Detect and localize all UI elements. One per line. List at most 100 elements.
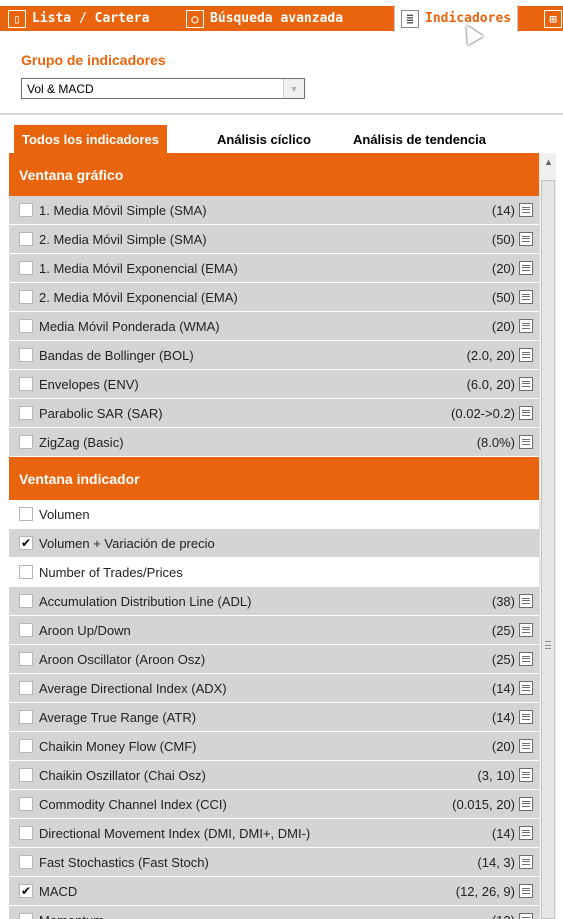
settings-list-icon[interactable]	[519, 348, 533, 362]
indicator-params: (3, 10)	[477, 767, 515, 783]
checkbox[interactable]	[19, 377, 33, 391]
indicator-row[interactable]: Parabolic SAR (SAR) (0.02->0.2)	[9, 399, 539, 428]
checkbox[interactable]	[19, 913, 33, 919]
settings-list-icon[interactable]	[519, 739, 533, 753]
checkbox[interactable]	[19, 290, 33, 304]
settings-list-icon[interactable]	[519, 594, 533, 608]
indicator-params: (2.0, 20)	[466, 347, 515, 363]
indicator-row[interactable]: Number of Trades/Prices	[9, 558, 539, 587]
settings-list-icon[interactable]	[519, 652, 533, 666]
checkbox[interactable]	[19, 507, 33, 521]
indicator-row[interactable]: ✔ Volumen + Variación de precio	[9, 529, 539, 558]
checkbox[interactable]	[19, 435, 33, 449]
checkbox[interactable]	[19, 594, 33, 608]
checkbox[interactable]	[19, 261, 33, 275]
indicator-row[interactable]: Commodity Channel Index (CCI) (0.015, 20)	[9, 790, 539, 819]
indicator-row[interactable]: 2. Media Móvil Exponencial (EMA) (50)	[9, 283, 539, 312]
settings-list-icon[interactable]	[519, 826, 533, 840]
indicator-row[interactable]: ZigZag (Basic) (8.0%)	[9, 428, 539, 457]
checkbox[interactable]	[19, 652, 33, 666]
checkbox[interactable]	[19, 203, 33, 217]
checkbox[interactable]	[19, 406, 33, 420]
settings-list-icon[interactable]	[519, 290, 533, 304]
checkbox-checked[interactable]: ✔	[19, 884, 33, 898]
settings-list-icon[interactable]	[519, 435, 533, 449]
scrollbar[interactable]: ▲	[539, 153, 556, 919]
group-select[interactable]: Vol & MACD ▼	[21, 78, 305, 99]
indicator-row[interactable]: Average True Range (ATR) (14)	[9, 703, 539, 732]
tab-todos-los-indicadores[interactable]: Todos los indicadores	[14, 125, 168, 153]
indicator-row[interactable]: Envelopes (ENV) (6.0, 20)	[9, 370, 539, 399]
indicator-params: (6.0, 20)	[466, 376, 515, 392]
section-header: Ventana indicador	[9, 457, 539, 500]
indicator-params: (38)	[491, 593, 515, 609]
settings-list-icon[interactable]	[519, 797, 533, 811]
tab-busqueda-avanzada[interactable]: ○ Búsqueda avanzada	[186, 6, 343, 31]
indicator-row[interactable]: Bandas de Bollinger (BOL) (2.0, 20)	[9, 341, 539, 370]
settings-list-icon[interactable]	[519, 913, 533, 919]
checkbox[interactable]	[19, 855, 33, 869]
checkbox-checked[interactable]: ✔	[19, 536, 33, 550]
settings-list-icon[interactable]	[519, 884, 533, 898]
indicator-label: Aroon Oscillator (Aroon Osz)	[39, 651, 206, 667]
indicator-row[interactable]: 1. Media Móvil Simple (SMA) (14)	[9, 196, 539, 225]
indicator-row[interactable]: ✔ MACD (12, 26, 9)	[9, 877, 539, 906]
checkbox[interactable]	[19, 710, 33, 724]
indicator-row[interactable]: Aroon Up/Down (25)	[9, 616, 539, 645]
checkbox[interactable]	[19, 768, 33, 782]
group-select-value: Vol & MACD	[27, 81, 94, 96]
indicator-row[interactable]: Aroon Oscillator (Aroon Osz) (25)	[9, 645, 539, 674]
indicator-row[interactable]: Accumulation Distribution Line (ADL) (38)	[9, 587, 539, 616]
settings-list-icon[interactable]	[519, 681, 533, 695]
indicator-row[interactable]: Chaikin Money Flow (CMF) (20)	[9, 732, 539, 761]
settings-list-icon[interactable]	[519, 203, 533, 217]
indicator-label: Chaikin Money Flow (CMF)	[39, 738, 197, 754]
settings-list-icon[interactable]	[519, 406, 533, 420]
checkbox[interactable]	[19, 623, 33, 637]
indicator-row[interactable]: Directional Movement Index (DMI, DMI+, D…	[9, 819, 539, 848]
indicator-row[interactable]: Fast Stochastics (Fast Stoch) (14, 3)	[9, 848, 539, 877]
indicator-row[interactable]: Chaikin Oszillator (Chai Osz) (3, 10)	[9, 761, 539, 790]
indicator-row[interactable]: Average Directional Index (ADX) (14)	[9, 674, 539, 703]
settings-list-icon[interactable]	[519, 768, 533, 782]
settings-list-icon[interactable]	[519, 855, 533, 869]
indicator-sub-tabs: Todos los indicadores Análisis cíclico A…	[14, 125, 539, 153]
indicator-params: (8.0%)	[476, 434, 515, 450]
chevron-down-icon[interactable]: ▼	[283, 79, 304, 98]
indicator-row[interactable]: Volumen	[9, 500, 539, 529]
tab-more[interactable]: ⊞	[544, 6, 563, 31]
scroll-up-arrow-icon[interactable]: ▲	[540, 153, 557, 170]
search-icon: ○	[186, 9, 204, 28]
grip-icon	[545, 641, 551, 649]
indicator-row[interactable]: Media Móvil Ponderada (WMA) (20)	[9, 312, 539, 341]
checkbox[interactable]	[19, 681, 33, 695]
indicator-list: Ventana gráfico 1. Media Móvil Simple (SM…	[9, 153, 539, 919]
settings-list-icon[interactable]	[519, 710, 533, 724]
more-icon: ⊞	[544, 9, 562, 28]
settings-list-icon[interactable]	[519, 261, 533, 275]
indicator-label: 2. Media Móvil Exponencial (EMA)	[39, 289, 238, 305]
tab-indicadores[interactable]: ≣ Indicadores	[394, 5, 519, 32]
checkbox[interactable]	[19, 348, 33, 362]
settings-list-icon[interactable]	[519, 319, 533, 333]
tab-lista-cartera[interactable]: ▯ Lista / Cartera	[8, 6, 149, 31]
checkbox[interactable]	[19, 565, 33, 579]
settings-list-icon[interactable]	[519, 377, 533, 391]
indicator-label: Commodity Channel Index (CCI)	[39, 796, 227, 812]
scroll-thumb[interactable]	[541, 180, 555, 919]
indicator-row[interactable]: Momentum(12)	[9, 906, 539, 919]
indicator-params: (14)	[491, 825, 515, 841]
checkbox[interactable]	[19, 739, 33, 753]
tab-analisis-de-tendencia[interactable]: Análisis de tendencia	[353, 125, 486, 153]
indicators-icon: ≣	[401, 9, 419, 28]
indicator-params: (20)	[491, 738, 515, 754]
checkbox[interactable]	[19, 232, 33, 246]
settings-list-icon[interactable]	[519, 623, 533, 637]
indicator-row[interactable]: 1. Media Móvil Exponencial (EMA) (20)	[9, 254, 539, 283]
checkbox[interactable]	[19, 797, 33, 811]
settings-list-icon[interactable]	[519, 232, 533, 246]
tab-analisis-ciclico[interactable]: Análisis cíclico	[217, 125, 311, 153]
checkbox[interactable]	[19, 826, 33, 840]
indicator-row[interactable]: 2. Media Móvil Simple (SMA) (50)	[9, 225, 539, 254]
checkbox[interactable]	[19, 319, 33, 333]
